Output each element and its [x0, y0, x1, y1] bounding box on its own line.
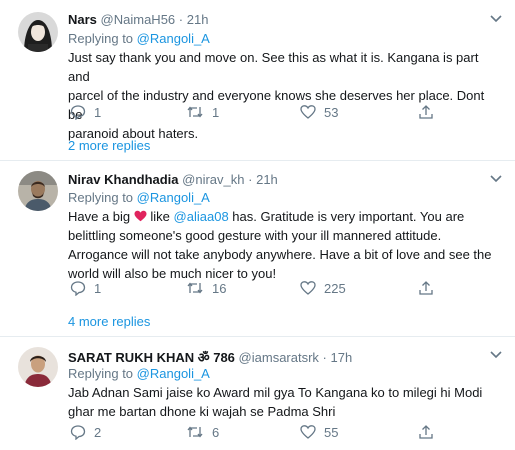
more-replies-link[interactable]: 4 more replies [68, 314, 150, 329]
tweet-text-line: Jab Adnan Sami jaise ko Award mil gya To… [68, 385, 483, 400]
avatar[interactable] [18, 347, 58, 387]
replying-to: Replying to @Rangoli_A [68, 190, 210, 205]
heart-icon [300, 281, 316, 295]
share-icon [419, 281, 433, 295]
chevron-down-icon[interactable] [489, 174, 503, 184]
user-handle[interactable]: @nirav_kh [182, 172, 244, 187]
retweet-icon [187, 282, 203, 294]
reply-count: 1 [94, 280, 102, 296]
reply-icon [70, 105, 86, 120]
text-segment: has. Gratitude is very important. You ar… [232, 209, 465, 224]
share-button[interactable] [418, 104, 434, 120]
like-count: 55 [324, 424, 339, 440]
separator-dot: · [248, 172, 253, 187]
red-heart-icon [134, 210, 147, 222]
replying-to: Replying to @Rangoli_A [68, 366, 210, 381]
more-replies-link[interactable]: 2 more replies [68, 138, 150, 153]
like-button[interactable]: 55 [300, 424, 338, 440]
tweet-text-line: belittling someone's good gesture with y… [68, 228, 442, 243]
replying-prefix: Replying to [68, 31, 134, 46]
reply-icon [70, 281, 86, 296]
retweet-button[interactable]: 1 [186, 104, 219, 120]
heart-icon [300, 105, 316, 119]
retweet-count: 16 [212, 280, 227, 296]
heart-icon [300, 425, 316, 439]
retweet-icon [187, 426, 203, 438]
tweet-actions: 2 6 55 [68, 424, 448, 442]
replying-to: Replying to @Rangoli_A [68, 31, 210, 46]
reply-count: 2 [94, 424, 102, 440]
tweet-text: Just say thank you and move on. See this… [68, 48, 498, 143]
chevron-down-icon[interactable] [489, 14, 503, 24]
retweet-count: 6 [212, 424, 220, 440]
avatar[interactable] [18, 171, 58, 211]
retweet-icon [187, 106, 203, 118]
reply-button[interactable]: 2 [70, 424, 101, 440]
separator-dot: · [322, 350, 327, 365]
like-count: 225 [324, 280, 346, 296]
text-segment: like [150, 209, 170, 224]
tweet-text-line: Just say thank you and move on. See this… [68, 50, 479, 84]
reply-icon [70, 425, 86, 440]
reply-count: 1 [94, 104, 102, 120]
replying-prefix: Replying to [68, 366, 134, 381]
display-name[interactable]: Nars [68, 12, 97, 27]
tweet-text-line: Have a big like @aliaa08 has. Gratitude … [68, 207, 498, 226]
timestamp[interactable]: 21h [256, 172, 278, 187]
share-button[interactable] [418, 280, 434, 296]
like-count: 53 [324, 104, 339, 120]
retweet-button[interactable]: 6 [186, 424, 219, 440]
display-name[interactable]: Nirav Khandhadia [68, 172, 179, 187]
tweet-text-line: ghar me bartan dhone ki wajah se Padma S… [68, 404, 336, 419]
tweet-text: Have a big like @aliaa08 has. Gratitude … [68, 207, 498, 283]
tweet-text-line: Arrogance will not take anybody anywhere… [68, 247, 492, 262]
user-handle[interactable]: @iamsaratsrk [239, 350, 319, 365]
tweet-header: Nars @NaimaH56 · 21h [68, 12, 208, 27]
share-button[interactable] [418, 424, 434, 440]
replying-mention[interactable]: @Rangoli_A [137, 366, 210, 381]
tweet-header: SARAT RUKH KHAN ॐ 786 @iamsaratsrk · 17h [68, 348, 352, 366]
share-icon [419, 425, 433, 439]
reply-button[interactable]: 1 [70, 104, 101, 120]
tweet-actions: 1 16 225 [68, 280, 448, 298]
timestamp[interactable]: 21h [187, 12, 209, 27]
user-handle[interactable]: @NaimaH56 [101, 12, 176, 27]
replying-mention[interactable]: @Rangoli_A [137, 190, 210, 205]
tweet-actions: 1 1 53 [68, 104, 448, 122]
text-segment: Have a big [68, 209, 131, 224]
replying-mention[interactable]: @Rangoli_A [137, 31, 210, 46]
tweet-2[interactable]: Nirav Khandhadia @nirav_kh · 21h Replyin… [0, 161, 515, 336]
like-button[interactable]: 53 [300, 104, 338, 120]
avatar[interactable] [18, 12, 58, 52]
like-button[interactable]: 225 [300, 280, 346, 296]
retweet-count: 1 [212, 104, 220, 120]
tweet-text: Jab Adnan Sami jaise ko Award mil gya To… [68, 383, 498, 421]
display-name[interactable]: SARAT RUKH KHAN ॐ 786 [68, 350, 235, 365]
replying-prefix: Replying to [68, 190, 134, 205]
chevron-down-icon[interactable] [489, 350, 503, 360]
timestamp[interactable]: 17h [331, 350, 353, 365]
tweet-3[interactable]: SARAT RUKH KHAN ॐ 786 @iamsaratsrk · 17h… [0, 337, 515, 450]
share-icon [419, 105, 433, 119]
reply-button[interactable]: 1 [70, 280, 101, 296]
retweet-button[interactable]: 16 [186, 280, 226, 296]
separator-dot: · [178, 12, 184, 27]
tweet-1[interactable]: Nars @NaimaH56 · 21h Replying to @Rangol… [0, 0, 515, 158]
mention-link[interactable]: @aliaa08 [174, 209, 229, 224]
tweet-header: Nirav Khandhadia @nirav_kh · 21h [68, 172, 278, 187]
